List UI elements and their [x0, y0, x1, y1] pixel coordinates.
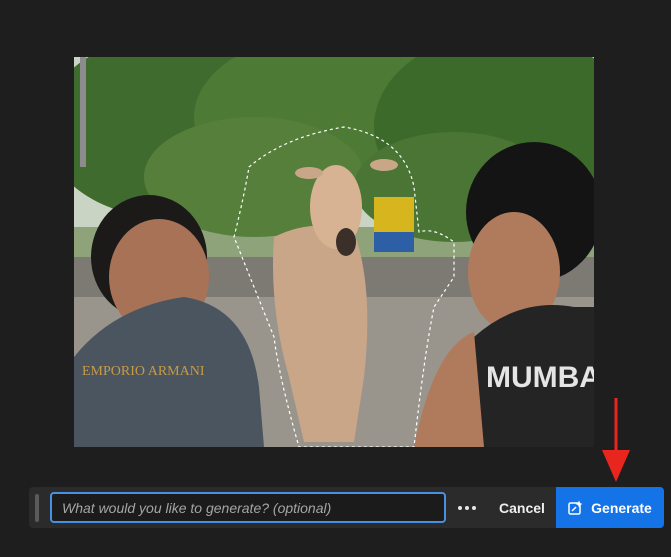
cancel-button[interactable]: Cancel: [494, 500, 550, 516]
prompt-input[interactable]: [50, 492, 446, 523]
svg-text:MUMBA: MUMBA: [486, 361, 594, 394]
generate-button[interactable]: Generate: [556, 487, 664, 528]
more-options-button[interactable]: [450, 492, 484, 523]
generative-fill-icon: [568, 500, 583, 515]
more-horizontal-icon: [458, 505, 462, 510]
photo-canvas[interactable]: EMPORIO ARMANI MUMBA: [74, 57, 594, 447]
photo-image: EMPORIO ARMANI MUMBA: [74, 57, 594, 447]
canvas-area[interactable]: EMPORIO ARMANI MUMBA: [0, 0, 671, 470]
annotation-arrow-icon: [602, 398, 630, 482]
contextual-taskbar: Cancel Generate: [29, 487, 664, 528]
svg-text:EMPORIO ARMANI: EMPORIO ARMANI: [82, 364, 205, 379]
generate-label: Generate: [591, 499, 652, 516]
drag-handle-icon[interactable]: [35, 493, 39, 522]
